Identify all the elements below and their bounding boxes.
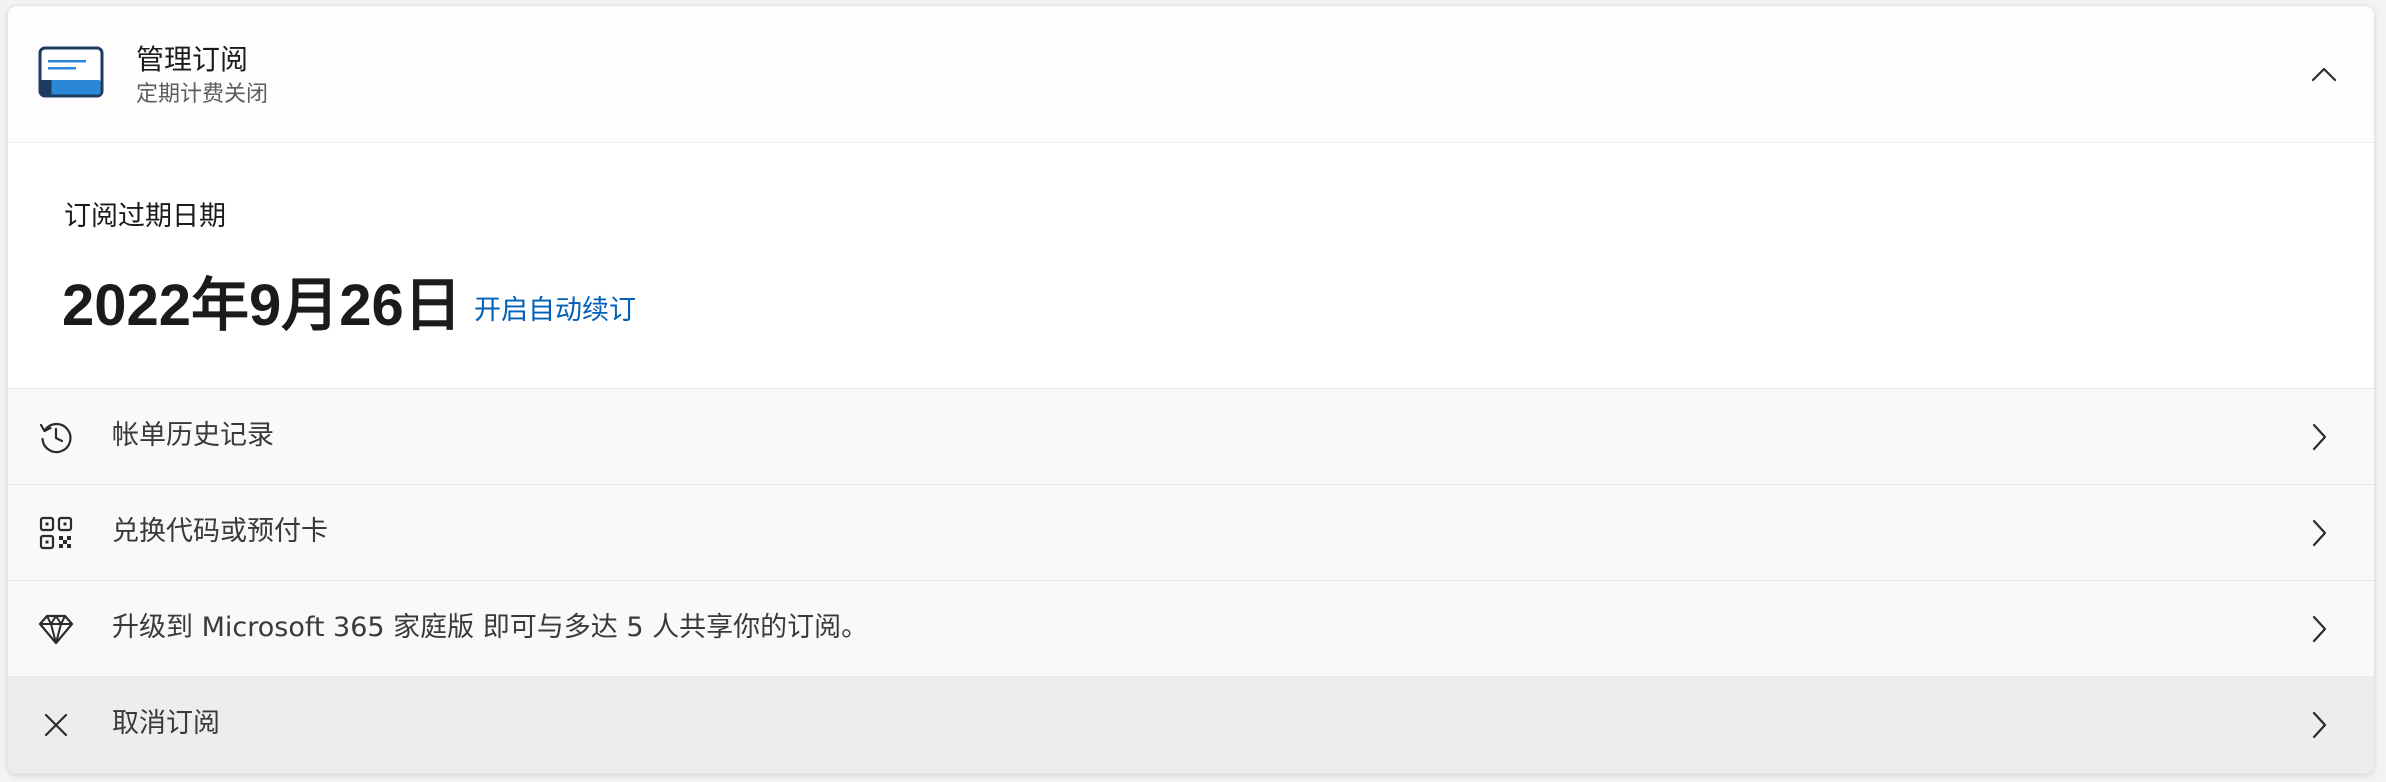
chevron-right-icon: [2304, 422, 2334, 452]
manage-subscription-card: 管理订阅 定期计费关闭 订阅过期日期 2022年9月26日 开启自动续订 帐单历…: [7, 5, 2375, 774]
chevron-right-icon: [2304, 710, 2334, 740]
header-title: 管理订阅: [136, 43, 249, 76]
redeem-code-label: 兑换代码或预付卡: [112, 516, 328, 547]
qr-code-icon: [38, 515, 74, 551]
cancel-subscription-row[interactable]: 取消订阅: [8, 677, 2374, 773]
billing-history-label: 帐单历史记录: [112, 420, 274, 451]
enable-auto-renew-link[interactable]: 开启自动续订: [474, 293, 636, 329]
chevron-right-icon: [2304, 614, 2334, 644]
expiry-label: 订阅过期日期: [64, 201, 226, 232]
redeem-code-row[interactable]: 兑换代码或预付卡: [8, 485, 2374, 581]
history-icon: [38, 419, 74, 455]
upgrade-family-label: 升级到 Microsoft 365 家庭版 即可与多达 5 人共享你的订阅。: [112, 612, 869, 643]
chevron-right-icon: [2304, 518, 2334, 548]
close-icon: [38, 707, 74, 743]
card-header[interactable]: 管理订阅 定期计费关闭: [8, 6, 2374, 143]
card-icon: [38, 46, 104, 98]
chevron-up-icon: [2311, 66, 2337, 82]
cancel-subscription-label: 取消订阅: [112, 708, 220, 739]
billing-history-row[interactable]: 帐单历史记录: [8, 389, 2374, 485]
header-subtitle: 定期计费关闭: [136, 82, 269, 107]
expiry-section: 订阅过期日期 2022年9月26日 开启自动续订: [8, 143, 2374, 389]
upgrade-family-row[interactable]: 升级到 Microsoft 365 家庭版 即可与多达 5 人共享你的订阅。: [8, 581, 2374, 677]
expiry-date: 2022年9月26日: [62, 273, 462, 338]
diamond-icon: [38, 611, 74, 647]
collapse-button[interactable]: [2304, 54, 2344, 94]
